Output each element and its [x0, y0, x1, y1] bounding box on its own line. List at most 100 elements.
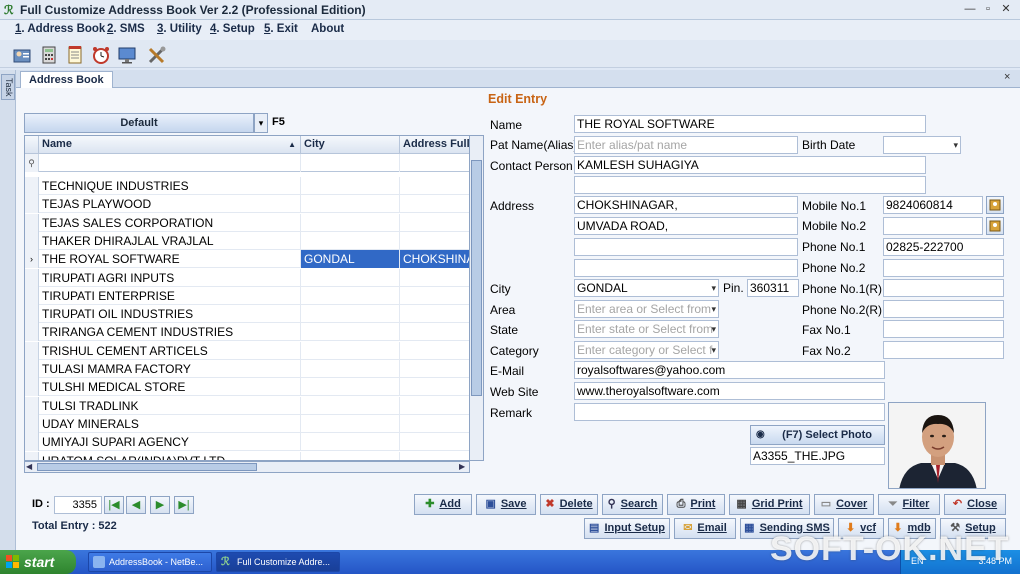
select-photo-button[interactable]: ◉ (F7) Select Photo [750, 425, 885, 445]
area-dropdown-icon[interactable]: ▾ [711, 301, 716, 317]
website-field[interactable]: www.theroyalsoftware.com [574, 382, 885, 400]
scroll-right-icon[interactable]: ▶ [459, 462, 465, 471]
group-selector[interactable]: Default [24, 113, 254, 133]
tab-address-book[interactable]: Address Book [20, 71, 113, 88]
table-row[interactable]: THAKER DHIRAJLAL VRAJLAL [25, 231, 469, 250]
print-button[interactable]: ⎙ Print [667, 494, 725, 515]
minimize-button[interactable]: — [962, 2, 978, 17]
menu-exit[interactable]: 5. Exit [264, 23, 298, 35]
table-row[interactable]: TEJAS SALES CORPORATION [25, 213, 469, 232]
menu-setup[interactable]: 4. Setup [210, 23, 255, 35]
menu-address-book[interactable]: 1. Address Book [15, 23, 105, 35]
fax-2-field[interactable] [883, 341, 1004, 359]
tab-close-icon[interactable]: × [1004, 71, 1010, 83]
table-row[interactable]: TULSI TRADLINK [25, 396, 469, 415]
taskbar-item-address-book[interactable]: ℛ Full Customize Addre... [216, 552, 340, 572]
category-dropdown-icon[interactable]: ▾ [711, 342, 716, 358]
grid-vertical-scrollbar[interactable] [470, 135, 484, 461]
column-header-address[interactable]: Address Full [400, 136, 469, 154]
filter-button[interactable]: ⏷ Filter [878, 494, 940, 515]
fax-1-field[interactable] [883, 320, 1004, 338]
horizontal-scroll-thumb[interactable] [37, 463, 257, 471]
table-row[interactable]: TULASI MAMRA FACTORY [25, 360, 469, 378]
contacts-icon[interactable] [10, 43, 32, 65]
filter-name-input[interactable] [39, 154, 301, 172]
input-setup-button[interactable]: ▤ Input Setup [584, 518, 670, 539]
mobile-2-contact-icon[interactable] [986, 217, 1004, 235]
table-row[interactable]: TIRUPATI ENTERPRISE [25, 286, 469, 305]
id-field[interactable]: 3355 [54, 496, 102, 514]
table-row[interactable]: TECHNIQUE INDUSTRIES [25, 177, 469, 195]
menu-about[interactable]: About [311, 23, 344, 35]
menu-sms[interactable]: 2. SMS [107, 23, 145, 35]
delete-button[interactable]: ✖ Delete [540, 494, 598, 515]
mobile-2-field[interactable] [883, 217, 983, 235]
add-button[interactable]: ✚ Add [414, 494, 472, 515]
filter-address-input[interactable] [400, 154, 469, 172]
start-button[interactable]: start [0, 550, 76, 574]
group-dropdown-icon[interactable]: ▾ [254, 113, 268, 133]
category-field[interactable]: Enter category or Select f ▾ [574, 341, 719, 359]
previous-record-button[interactable]: ◀ [126, 496, 146, 514]
email-field[interactable]: royalsoftwares@yahoo.com [574, 361, 885, 379]
alarm-clock-icon[interactable] [89, 43, 111, 65]
address-line-3[interactable] [574, 238, 798, 256]
last-record-button[interactable]: ▶| [174, 496, 194, 514]
column-header-city[interactable]: City [301, 136, 400, 154]
contact-person-field-2[interactable] [574, 176, 926, 194]
vertical-scroll-thumb[interactable] [471, 160, 482, 396]
task-tab[interactable]: Task [1, 74, 15, 100]
taskbar-item-netbeans[interactable]: AddressBook - NetBe... [88, 552, 212, 572]
phone-1-field[interactable]: 02825-222700 [883, 238, 1004, 256]
scroll-left-icon[interactable]: ◀ [26, 462, 32, 471]
pin-field[interactable]: 360311 [747, 279, 799, 297]
pat-name-field[interactable]: Enter alias/pat name [574, 136, 798, 154]
phone-2-field[interactable] [883, 259, 1004, 277]
first-record-button[interactable]: |◀ [104, 496, 124, 514]
table-row[interactable]: TULSHI MEDICAL STORE [25, 378, 469, 397]
tools-icon[interactable] [145, 43, 167, 65]
phone-2r-field[interactable] [883, 300, 1004, 318]
table-row[interactable]: TIRUPATI OIL INDUSTRIES [25, 305, 469, 324]
search-button[interactable]: ⚲ Search [602, 494, 663, 515]
mobile-1-contact-icon[interactable] [986, 196, 1004, 214]
name-field[interactable]: THE ROYAL SOFTWARE [574, 115, 926, 133]
save-button[interactable]: ▣ Save [476, 494, 536, 515]
close-button[interactable]: ↶ Close [944, 494, 1006, 515]
table-row[interactable]: TEJAS PLAYWOOD [25, 195, 469, 214]
remark-field[interactable] [574, 403, 885, 421]
area-field[interactable]: Enter area or Select from ▾ [574, 300, 719, 318]
table-row[interactable]: UMIYAJI SUPARI AGENCY [25, 433, 469, 452]
birth-date-field[interactable]: ▾ [883, 136, 961, 154]
notepad-icon[interactable] [63, 43, 85, 65]
menu-utility[interactable]: 3. Utility [157, 23, 202, 35]
state-dropdown-icon[interactable]: ▾ [711, 321, 716, 337]
state-field[interactable]: Enter state or Select from ▾ [574, 320, 719, 338]
grid-horizontal-scrollbar[interactable]: ◀ ▶ [24, 461, 470, 473]
restore-button[interactable]: ▫ [980, 2, 996, 17]
close-window-button[interactable]: ✕ [998, 2, 1014, 17]
address-line-2[interactable]: UMVADA ROAD, [574, 217, 798, 235]
table-row[interactable]: TRISHUL CEMENT ARTICELS [25, 341, 469, 360]
table-row[interactable]: TRIRANGA CEMENT INDUSTRIES [25, 323, 469, 342]
contact-person-field[interactable]: KAMLESH SUHAGIYA [574, 156, 926, 174]
photo-filename-field[interactable]: A3355_THE.JPG [750, 447, 885, 465]
next-record-button[interactable]: ▶ [150, 496, 170, 514]
mobile-1-field[interactable]: 9824060814 [883, 196, 983, 214]
grid-print-button[interactable]: ▦ Grid Print [729, 494, 810, 515]
column-header-name[interactable]: Name ▲ [39, 136, 301, 154]
birth-date-dropdown-icon[interactable]: ▾ [953, 137, 958, 153]
city-dropdown-icon[interactable]: ▾ [711, 280, 716, 296]
email-button[interactable]: ✉ Email [674, 518, 736, 539]
filter-city-input[interactable] [301, 154, 400, 172]
address-line-4[interactable] [574, 259, 798, 277]
table-row[interactable]: TIRUPATI AGRI INPUTS [25, 268, 469, 287]
phone-1r-field[interactable] [883, 279, 1004, 297]
cover-button[interactable]: ▭ Cover [814, 494, 874, 515]
table-row[interactable]: › THE ROYAL SOFTWARE GONDAL CHOKSHINA [25, 250, 469, 269]
table-row[interactable]: UDAY MINERALS [25, 414, 469, 433]
calculator-icon[interactable] [37, 43, 59, 65]
address-line-1[interactable]: CHOKSHINAGAR, [574, 196, 798, 214]
city-field[interactable]: GONDAL ▾ [574, 279, 719, 297]
monitor-icon[interactable] [115, 43, 137, 65]
